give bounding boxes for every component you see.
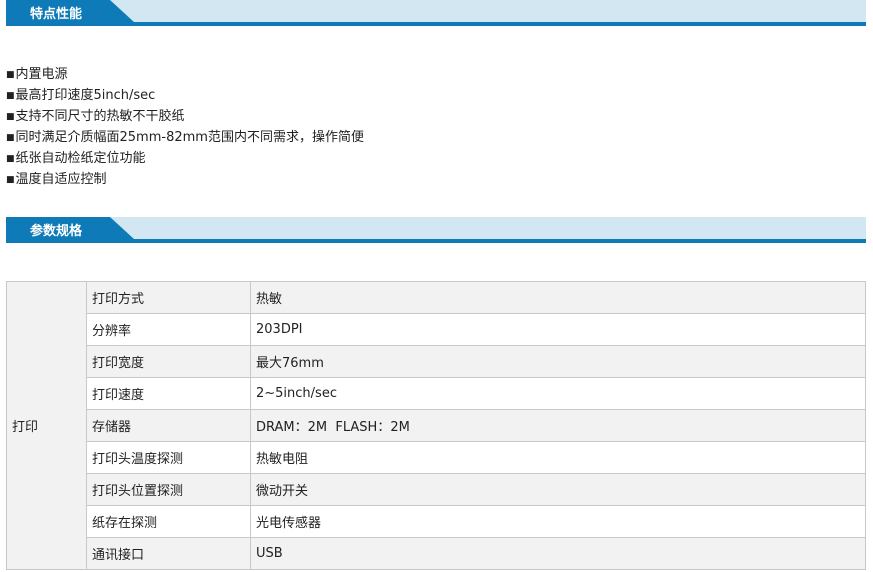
spec-value: 热敏: [250, 281, 866, 314]
spec-label: 分辨率: [86, 313, 251, 346]
table-row: 打印头温度探测 热敏电阻: [7, 441, 866, 474]
table-row: 分辨率 203DPI: [7, 313, 866, 346]
spec-table: 打印 打印方式 热敏 分辨率 203DPI 打印宽度 最大76mm 打印速度 2…: [6, 281, 866, 570]
feature-text: 温度自适应控制: [15, 172, 107, 187]
spec-value: 光电传感器: [250, 505, 866, 538]
section-title: 参数规格: [30, 224, 83, 239]
feature-text: 支持不同尺寸的热敏不干胶纸: [15, 109, 185, 124]
section-header-specs: 参数规格: [6, 217, 866, 244]
bullet-icon: ■: [6, 175, 15, 185]
spec-value: 最大76mm: [250, 345, 866, 378]
feature-list: ■内置电源 ■最高打印速度5inch/sec ■支持不同尺寸的热敏不干胶纸 ■同…: [6, 65, 364, 191]
spec-label: 打印宽度: [86, 345, 251, 378]
list-item: ■内置电源: [6, 65, 364, 86]
spec-label: 打印方式: [86, 281, 251, 314]
table-row: 存储器 DRAM：2M FLASH：2M: [7, 409, 866, 442]
spec-value: 热敏电阻: [250, 441, 866, 474]
table-row: 打印头位置探测 微动开关: [7, 473, 866, 506]
list-item: ■最高打印速度5inch/sec: [6, 86, 364, 107]
bullet-icon: ■: [6, 91, 15, 101]
header-underline: [6, 239, 866, 243]
spec-value: 2~5inch/sec: [250, 377, 866, 410]
section-header-features: 特点性能: [6, 0, 866, 27]
feature-text: 内置电源: [15, 67, 68, 82]
table-row: 打印宽度 最大76mm: [7, 345, 866, 378]
header-underline: [6, 22, 866, 26]
list-item: ■纸张自动检纸定位功能: [6, 149, 364, 170]
header-band: [6, 217, 866, 239]
spec-value: 微动开关: [250, 473, 866, 506]
feature-text: 同时满足介质幅面25mm-82mm范围内不同需求，操作简便: [15, 130, 364, 145]
list-item: ■温度自适应控制: [6, 170, 364, 191]
spec-value: USB: [250, 537, 866, 570]
spec-label: 存储器: [86, 409, 251, 442]
table-row: 打印速度 2~5inch/sec: [7, 377, 866, 410]
list-item: ■支持不同尺寸的热敏不干胶纸: [6, 107, 364, 128]
feature-text: 最高打印速度5inch/sec: [15, 88, 156, 103]
table-row: 纸存在探测 光电传感器: [7, 505, 866, 538]
spec-label: 纸存在探测: [86, 505, 251, 538]
bullet-icon: ■: [6, 112, 15, 122]
spec-label: 通讯接口: [86, 537, 251, 570]
bullet-icon: ■: [6, 70, 15, 80]
feature-text: 纸张自动检纸定位功能: [15, 151, 146, 166]
spec-group-cell: 打印: [6, 281, 87, 570]
section-title: 特点性能: [30, 7, 83, 22]
header-band: [6, 0, 866, 22]
spec-label: 打印头温度探测: [86, 441, 251, 474]
bullet-icon: ■: [6, 133, 15, 143]
table-row: 通讯接口 USB: [7, 537, 866, 570]
bullet-icon: ■: [6, 154, 15, 164]
spec-value: DRAM：2M FLASH：2M: [250, 409, 866, 442]
table-row: 打印 打印方式 热敏: [6, 281, 866, 570]
spec-label: 打印头位置探测: [86, 473, 251, 506]
spec-label: 打印速度: [86, 377, 251, 410]
spec-value: 203DPI: [250, 313, 866, 346]
list-item: ■同时满足介质幅面25mm-82mm范围内不同需求，操作简便: [6, 128, 364, 149]
